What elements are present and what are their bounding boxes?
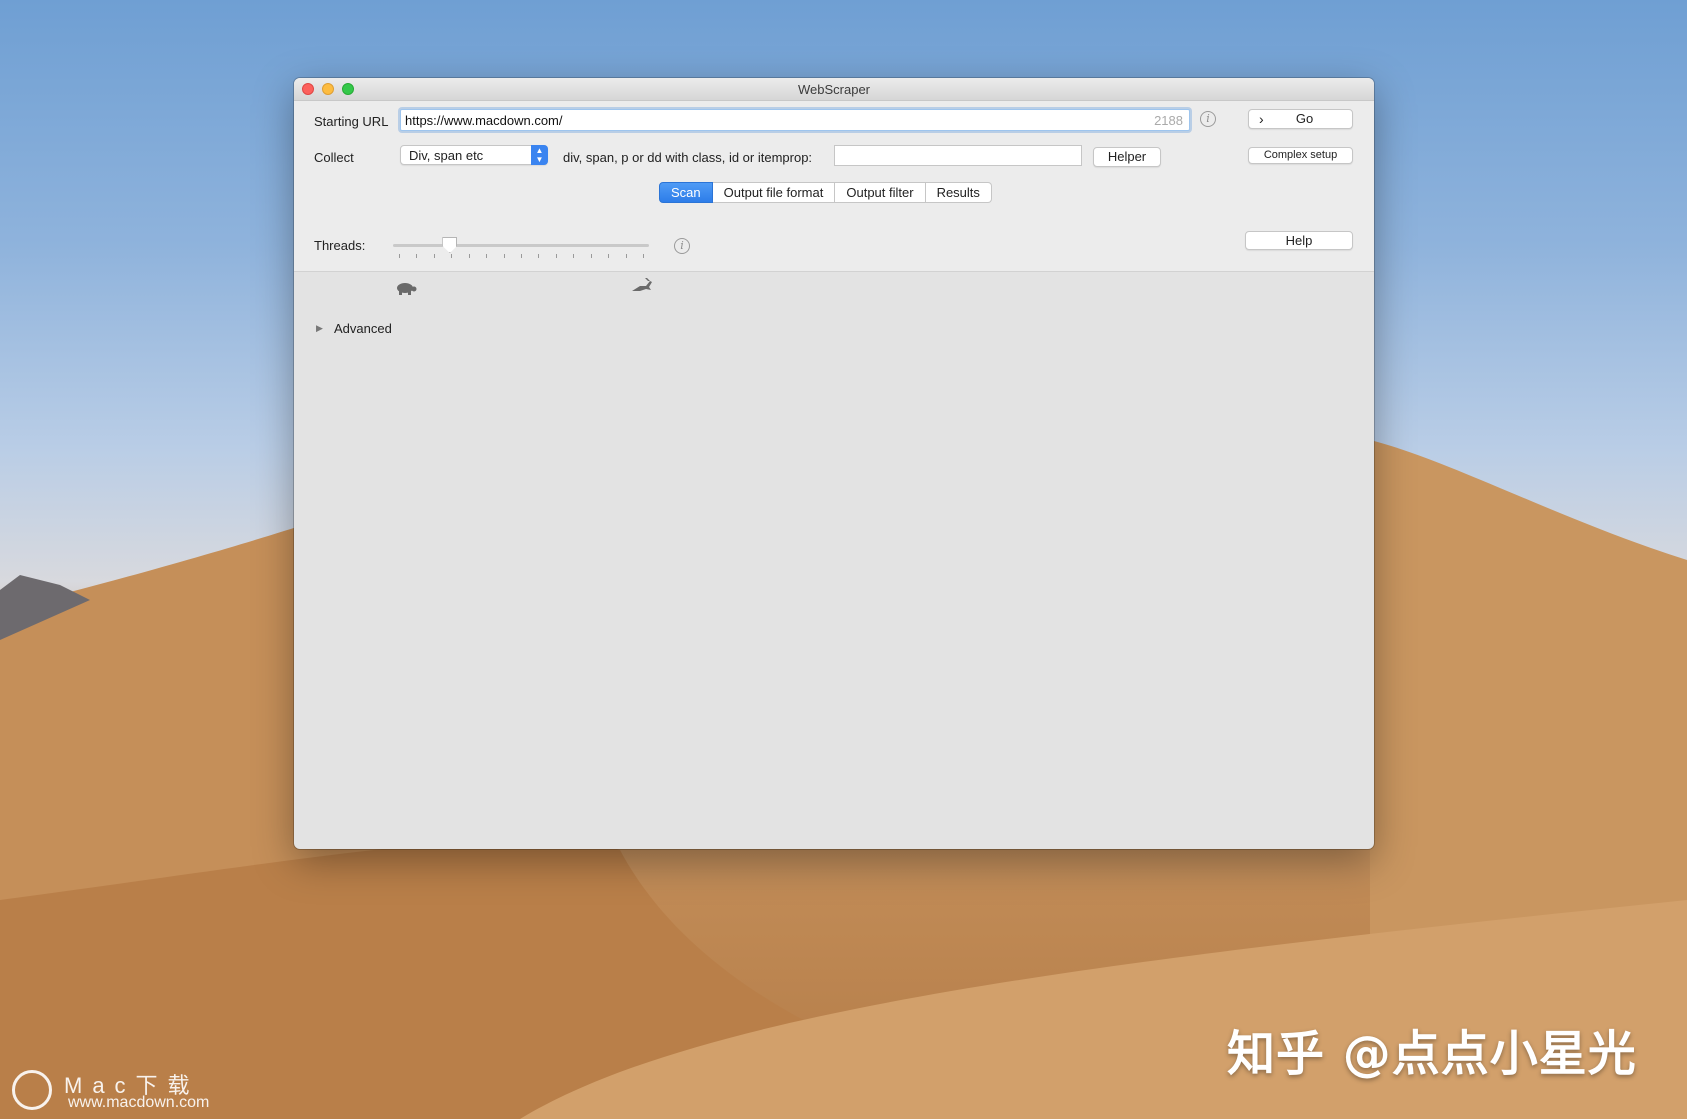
- class-id-field[interactable]: [834, 145, 1082, 166]
- threads-info-icon[interactable]: i: [674, 238, 690, 254]
- starting-url-field[interactable]: https://www.macdown.com/ 2188: [400, 109, 1190, 131]
- tab-scan[interactable]: Scan: [659, 182, 713, 203]
- slider-tick: [625, 254, 627, 258]
- macdown-logo-icon: [12, 1070, 52, 1110]
- go-label: Go: [1295, 111, 1314, 126]
- complex-setup-button[interactable]: Complex setup: [1248, 147, 1353, 164]
- macdown-watermark: Mac下载 www.macdown.com: [12, 1068, 222, 1113]
- turtle-icon: [395, 281, 417, 300]
- slider-tick: [399, 254, 400, 258]
- webscraper-window: WebScraper Starting URL https://www.macd…: [294, 78, 1374, 849]
- rabbit-icon: [630, 278, 654, 299]
- tab-results[interactable]: Results: [925, 182, 992, 203]
- starting-url-value: https://www.macdown.com/: [405, 113, 563, 128]
- slider-tick: [451, 254, 453, 258]
- slider-tick: [608, 254, 610, 258]
- slider-tick: [416, 254, 418, 258]
- collect-label: Collect: [314, 150, 354, 165]
- slider-tick: [521, 254, 522, 258]
- collect-selected-value: Div, span etc: [409, 148, 484, 163]
- threads-label: Threads:: [314, 238, 366, 253]
- disclosure-triangle-icon[interactable]: ▶: [316, 323, 323, 334]
- starting-url-label: Starting URL: [314, 114, 389, 129]
- tab-output-filter[interactable]: Output filter: [835, 182, 926, 203]
- tab-output-file-format[interactable]: Output file format: [712, 182, 836, 203]
- url-count: 2188: [1154, 113, 1183, 128]
- slider-tick: [468, 254, 470, 258]
- slider-tick: [486, 254, 488, 258]
- url-info-icon[interactable]: i: [1200, 111, 1216, 127]
- go-button[interactable]: › Go: [1248, 109, 1353, 129]
- title-bar[interactable]: WebScraper: [294, 78, 1374, 101]
- collect-select[interactable]: Div, span etc ▲ ▼: [400, 145, 548, 165]
- advanced-toggle[interactable]: Advanced: [334, 321, 392, 336]
- slider-tick: [573, 254, 575, 258]
- class-id-prompt: div, span, p or dd with class, id or ite…: [563, 150, 813, 165]
- chevron-updown-icon: ▲ ▼: [531, 145, 548, 165]
- zhihu-watermark: 知乎 @点点小星光: [1227, 1026, 1637, 1082]
- helper-button[interactable]: Helper: [1093, 147, 1161, 167]
- chevron-right-icon: ›: [1259, 111, 1264, 127]
- help-button[interactable]: Help: [1245, 231, 1353, 250]
- tab-bar: Scan Output file format Output filter Re…: [659, 182, 992, 203]
- window-title: WebScraper: [797, 82, 870, 97]
- slider-tick: [433, 254, 435, 258]
- slider-tick: [590, 254, 592, 258]
- slider-tick: [503, 254, 505, 258]
- slider-tick: [555, 254, 557, 258]
- threads-slider-track[interactable]: [393, 244, 649, 247]
- macdown-watermark-site: www.macdown.com: [68, 1094, 210, 1111]
- slider-tick: [643, 254, 644, 258]
- slider-tick: [538, 254, 540, 258]
